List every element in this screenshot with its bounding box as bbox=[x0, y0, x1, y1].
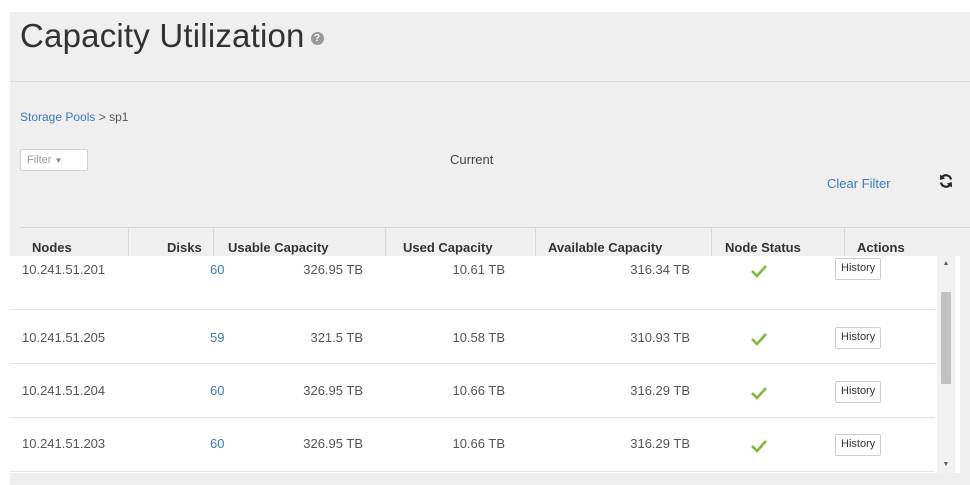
scroll-up-arrow-icon[interactable]: ▲ bbox=[937, 256, 955, 272]
table-row: 10.241.51.205 59 321.5 TB 10.58 TB 310.9… bbox=[10, 311, 935, 364]
breadcrumb-separator: > bbox=[98, 110, 106, 124]
cell-node: 10.241.51.204 bbox=[22, 383, 106, 398]
cell-disks-link[interactable]: 60 bbox=[210, 436, 224, 451]
vertical-scrollbar[interactable]: ▲ ▼ bbox=[937, 256, 955, 473]
breadcrumb-storage-pools-link[interactable]: Storage Pools bbox=[20, 110, 95, 124]
cell-available: 310.93 TB bbox=[630, 330, 690, 345]
title-divider bbox=[10, 81, 970, 82]
cell-available: 316.34 TB bbox=[630, 262, 690, 277]
checkmark-icon bbox=[751, 333, 767, 346]
cell-node: 10.241.51.201 bbox=[22, 262, 106, 277]
cell-available: 316.29 TB bbox=[630, 383, 690, 398]
chevron-down-icon: ▼ bbox=[54, 156, 63, 165]
cell-usable: 326.95 TB bbox=[303, 262, 363, 277]
cell-used: 10.58 TB bbox=[452, 330, 505, 345]
history-button[interactable]: History bbox=[835, 258, 882, 280]
current-label: Current bbox=[450, 152, 494, 167]
scrollbar-thumb[interactable] bbox=[941, 292, 951, 384]
cell-disks-link[interactable]: 60 bbox=[210, 383, 224, 398]
cell-disks-link[interactable]: 59 bbox=[210, 330, 224, 345]
cell-used: 10.61 TB bbox=[452, 262, 505, 277]
clear-filter-link[interactable]: Clear Filter bbox=[827, 176, 891, 191]
table-row: 10.241.51.201 60 326.95 TB 10.61 TB 316.… bbox=[10, 256, 935, 310]
page-title-text: Capacity Utilization bbox=[20, 17, 305, 54]
cell-used: 10.66 TB bbox=[452, 436, 505, 451]
breadcrumb: Storage Pools > sp1 bbox=[20, 110, 128, 124]
checkmark-icon bbox=[751, 387, 767, 400]
cell-usable: 326.95 TB bbox=[303, 436, 363, 451]
cell-node: 10.241.51.203 bbox=[22, 436, 106, 451]
cell-usable: 326.95 TB bbox=[303, 383, 363, 398]
table-row: 10.241.51.203 60 326.95 TB 10.66 TB 316.… bbox=[10, 419, 935, 472]
cell-available: 316.29 TB bbox=[630, 436, 690, 451]
history-button[interactable]: History bbox=[835, 381, 882, 403]
table-body[interactable]: 10.241.51.201 60 326.95 TB 10.61 TB 316.… bbox=[10, 256, 960, 473]
filter-dropdown[interactable]: Filter ▼ bbox=[20, 149, 88, 171]
cell-used: 10.66 TB bbox=[452, 383, 505, 398]
help-icon[interactable]: ? bbox=[310, 31, 324, 45]
checkmark-icon bbox=[751, 440, 767, 453]
scroll-down-arrow-icon[interactable]: ▼ bbox=[937, 457, 955, 473]
breadcrumb-current: sp1 bbox=[109, 110, 129, 124]
history-button[interactable]: History bbox=[835, 327, 882, 349]
filter-label: Filter bbox=[27, 154, 52, 166]
page-title: Capacity Utilization? bbox=[20, 17, 324, 55]
cell-node: 10.241.51.205 bbox=[22, 330, 106, 345]
checkmark-icon bbox=[751, 265, 767, 278]
cell-usable: 321.5 TB bbox=[310, 330, 363, 345]
table-row: 10.241.51.204 60 326.95 TB 10.66 TB 316.… bbox=[10, 365, 935, 418]
history-button[interactable]: History bbox=[835, 434, 882, 456]
refresh-icon[interactable] bbox=[938, 173, 954, 189]
cell-disks-link[interactable]: 60 bbox=[210, 262, 224, 277]
